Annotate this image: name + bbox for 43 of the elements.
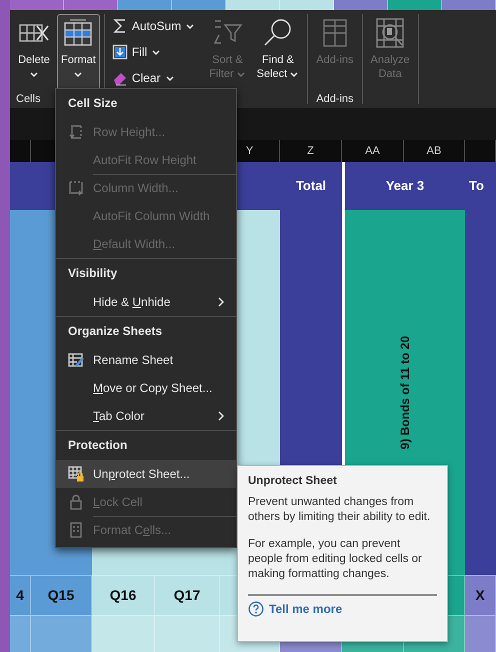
menu-section-header: Visibility: [67, 265, 118, 282]
tooltip-title: Unprotect Sheet: [248, 474, 338, 489]
table-cell: Q17: [155, 575, 220, 615]
chevron-right-icon: [216, 411, 226, 421]
ribbon-button[interactable]: Delete: [14, 14, 54, 90]
row-height-icon: [68, 124, 84, 140]
group-label: Cells: [16, 92, 40, 107]
chevron-right-icon: [216, 297, 226, 307]
menu-item[interactable]: Hide & Unhide: [56, 288, 236, 316]
fill-down-icon: [112, 44, 128, 60]
column-header: AB: [404, 140, 465, 162]
menu-section-header: Organize Sheets: [67, 323, 164, 340]
eraser-icon: [112, 70, 128, 86]
ribbon-button[interactable]: Format: [57, 14, 100, 90]
group-label: Add-ins: [315, 92, 355, 107]
ribbon-button[interactable]: Find & Select: [252, 14, 304, 90]
ribbon-button[interactable]: AutoSum: [108, 14, 198, 38]
menu-item[interactable]: Unprotect Sheet...: [56, 460, 236, 488]
menu-item[interactable]: Tab Color: [56, 402, 236, 430]
table-cell: Total: [280, 162, 342, 210]
column-header: AA: [342, 140, 404, 162]
menu-section-header: Cell Size: [67, 95, 118, 112]
column-header: Z: [280, 140, 342, 162]
chart-magnifier-icon: [374, 17, 406, 49]
help-icon: [248, 601, 264, 617]
table-cell: 4: [10, 575, 31, 615]
tell-me-more-link[interactable]: Tell me more: [248, 601, 342, 617]
table-cell: Q15: [31, 575, 92, 615]
rename-sheet-icon: [68, 352, 84, 368]
lock-sheet-icon: [68, 466, 84, 482]
format-cells-icon: [68, 522, 84, 538]
table-cell: Q16: [92, 575, 155, 615]
ribbon-button[interactable]: Clear: [108, 66, 198, 90]
menu-item[interactable]: Move or Copy Sheet...: [56, 374, 236, 402]
menu-section-header: Protection: [67, 437, 128, 454]
column-width-icon: [68, 180, 84, 196]
ribbon-button[interactable]: Fill: [108, 40, 198, 64]
menu-item[interactable]: Rename Sheet: [56, 346, 236, 374]
table-cell: To: [465, 162, 496, 210]
sigma-icon: [112, 18, 128, 34]
table-cell: Year 3: [342, 162, 465, 210]
table-cell: X: [465, 575, 496, 615]
lock-icon: [68, 494, 84, 510]
